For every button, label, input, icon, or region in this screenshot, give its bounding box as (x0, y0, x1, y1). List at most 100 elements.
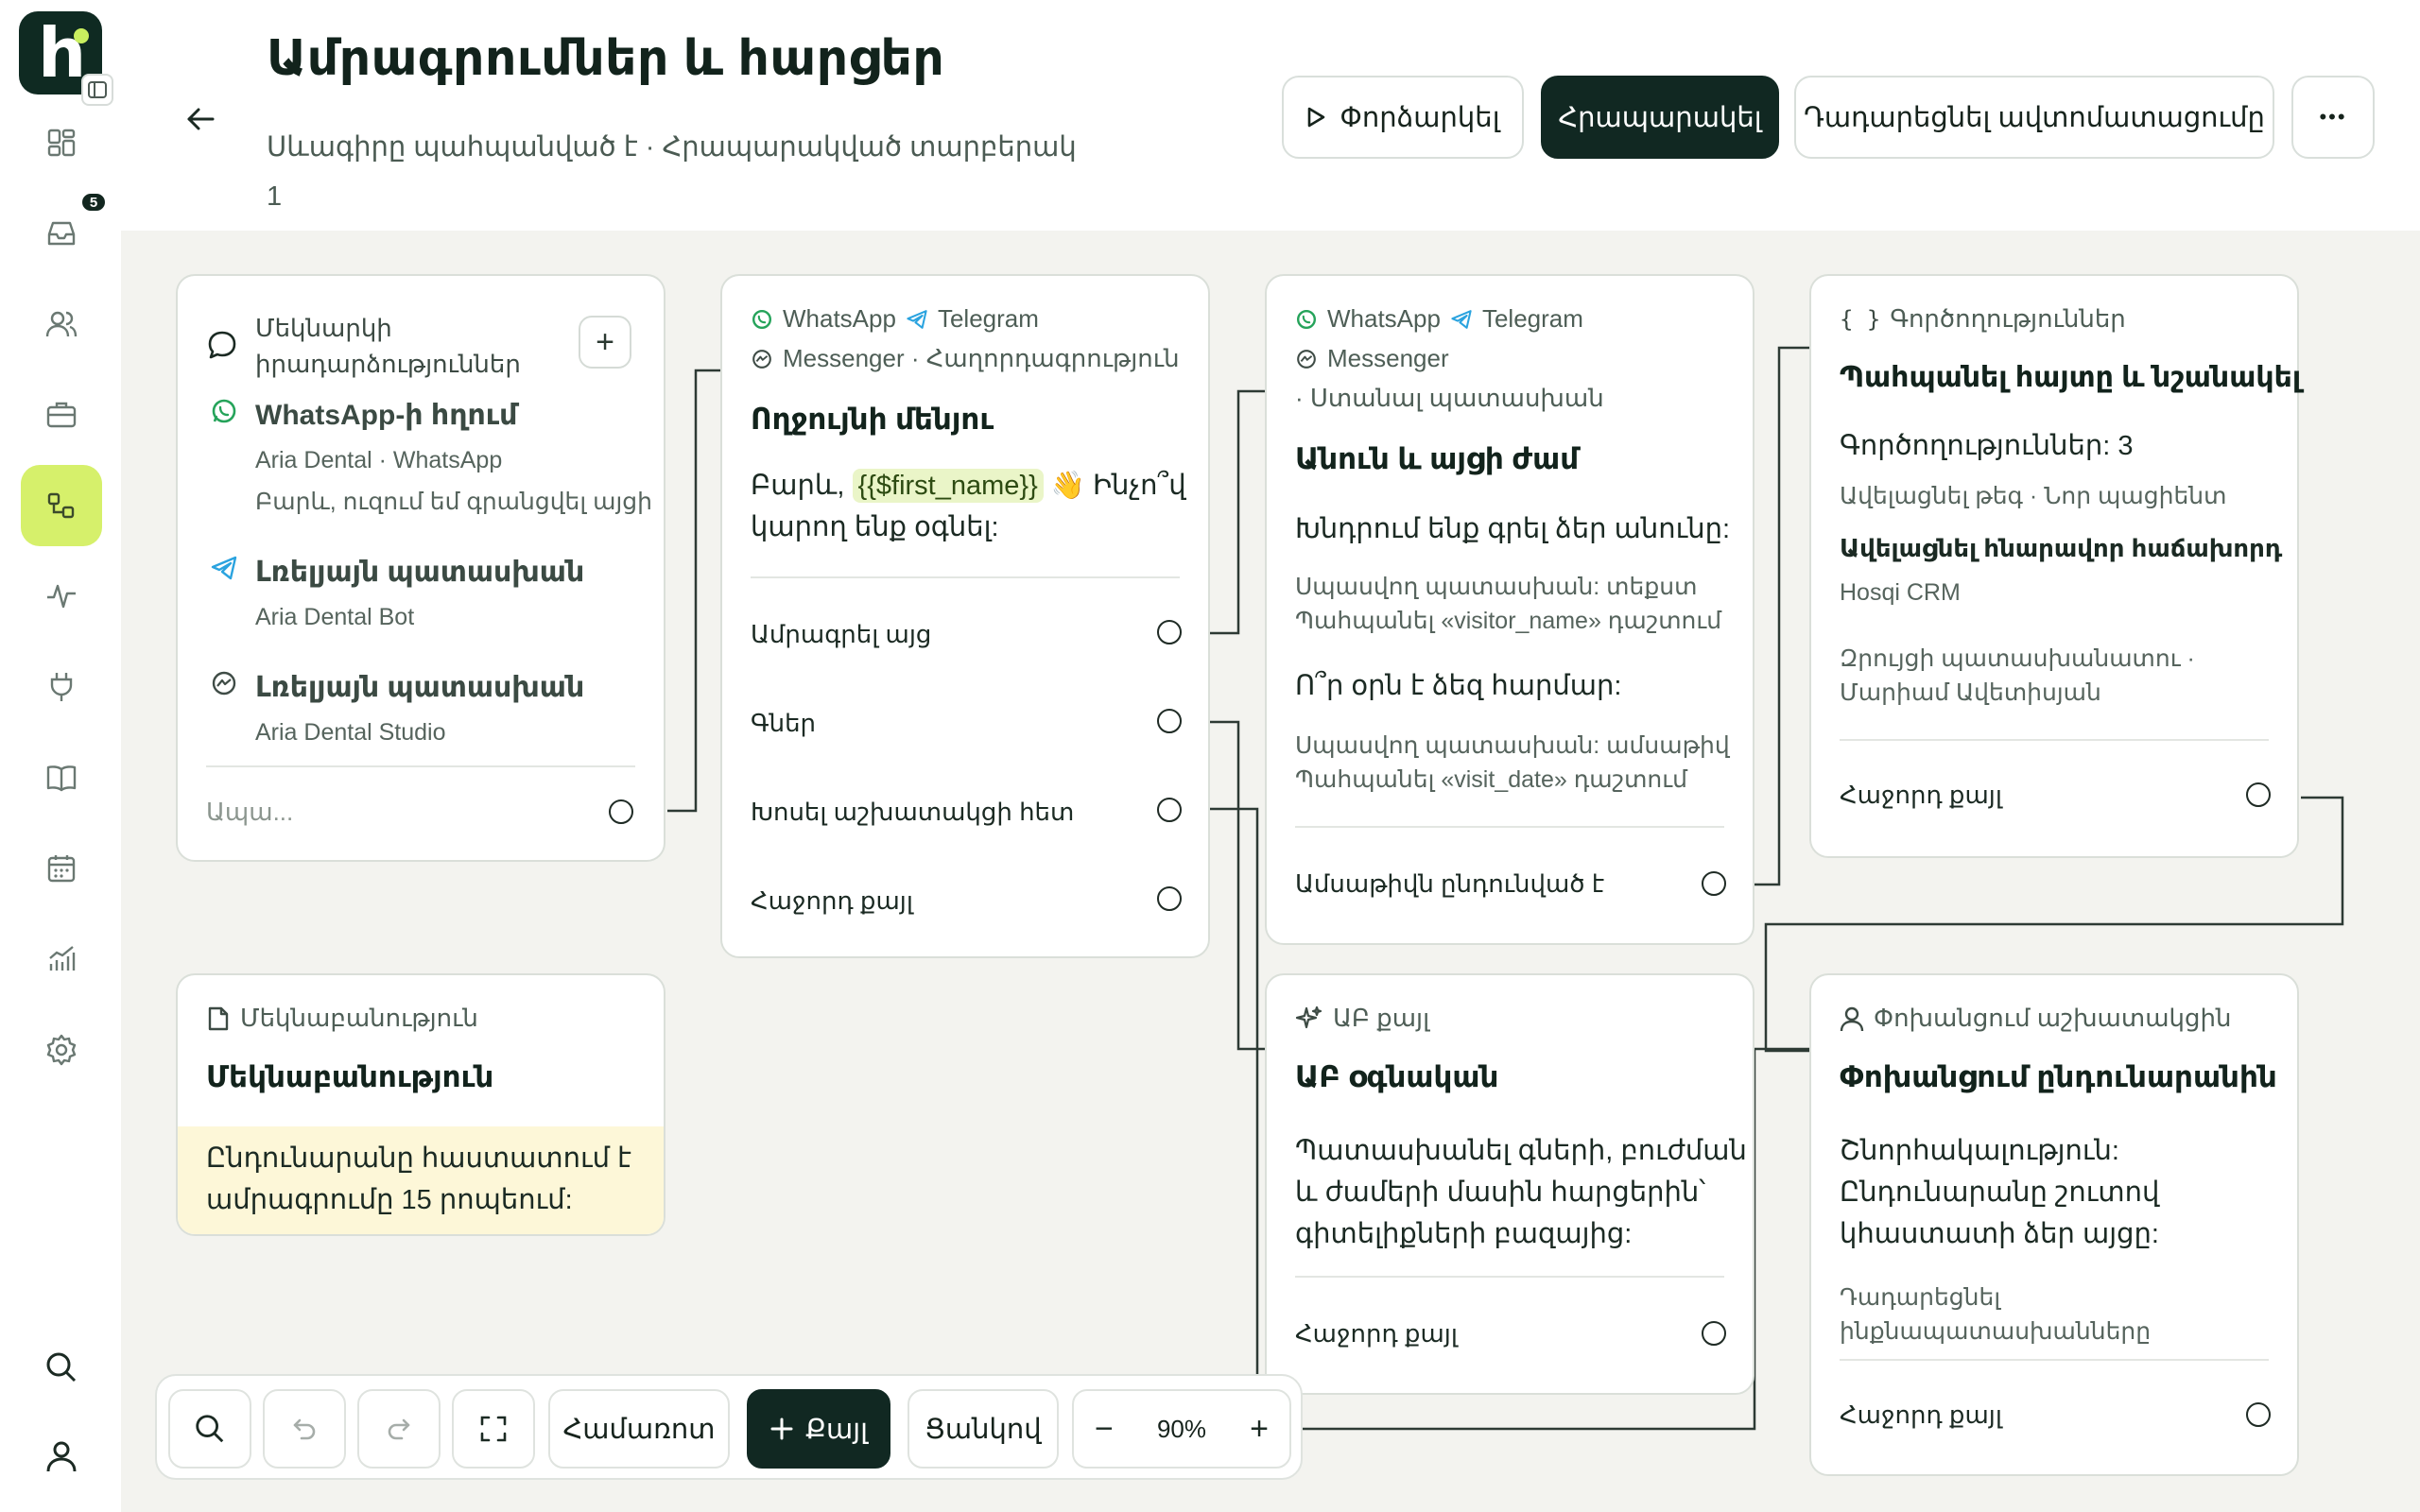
page-title: Ամրագրումներ և հարցեր (267, 31, 945, 86)
actions-node-title: Պահպանել հայտը և նշանակել (1840, 362, 2302, 393)
welcome-message-suffix: 👋 Ինչո՞վ (1043, 471, 1186, 501)
sparkles-icon (1295, 1005, 1322, 1028)
chart-icon (49, 946, 76, 971)
name-time-node[interactable]: WhatsApp Telegram Messenger · Ստանալ պատ… (1265, 274, 1754, 945)
more-options-button[interactable]: ••• (2291, 76, 2375, 159)
welcome-message-line2: կարող ենք օգնել: (751, 512, 999, 542)
first-name-variable-chip[interactable]: {{$first_name}} (852, 469, 1044, 503)
inbox-icon (47, 221, 76, 246)
sidebar-item-knowledge[interactable] (21, 737, 102, 818)
ai-footer-label: Հաջորդ քայլ (1295, 1319, 1458, 1348)
pause-automation-button[interactable]: Դադարեցնել ավտոմատացումը (1794, 76, 2274, 159)
trigger-type-label: Մեկնարկի իրադարձություններ (255, 310, 521, 382)
welcome-option-book: Ամրագրել այց (751, 620, 932, 648)
welcome-option-next-port[interactable] (1157, 886, 1182, 911)
sidebar-item-deals[interactable] (21, 374, 102, 455)
actions-node[interactable]: { } Գործողություններ Պահպանել հայտը և նշ… (1809, 274, 2302, 858)
chat-bubble-icon (208, 331, 236, 359)
redo-button[interactable] (357, 1389, 441, 1469)
handoff-output-port[interactable] (2246, 1402, 2271, 1427)
welcome-option-prices-port[interactable] (1157, 709, 1182, 733)
trigger-node[interactable]: Մեկնարկի իրադարձություններ + WhatsApp-ի … (176, 274, 666, 862)
logo-dot-icon (74, 28, 89, 43)
sidebar-item-calendar[interactable] (21, 828, 102, 909)
date-save-field: Պահպանել «visit_date» դաշտում (1295, 766, 1687, 793)
summary-view-label: Համառոտ (562, 1414, 716, 1445)
welcome-node-title: Ողջույնի մենյու (751, 403, 994, 436)
zoom-control: − 90% + (1072, 1389, 1291, 1469)
handoff-node[interactable]: Փոխանցում աշխատակցին Փոխանցում ընդունարա… (1809, 973, 2299, 1476)
sidebar-item-settings[interactable] (21, 1009, 102, 1091)
arrow-left-icon (187, 108, 215, 130)
sidebar-item-contacts[interactable] (21, 284, 102, 365)
ai-step-node[interactable]: ԱԲ քայլ ԱԲ օգնական Պատասխանել գների, բու… (1265, 973, 1754, 1395)
add-step-button[interactable]: Քայլ (747, 1389, 890, 1469)
activity-icon (47, 584, 76, 609)
date-expected-answer: Սպասվող պատասխան: ամսաթիվ (1295, 732, 1730, 759)
name-channels-row1: WhatsApp Telegram (1295, 304, 1583, 334)
ai-text-line3: գիտելիքների բազայից: (1295, 1219, 1633, 1249)
trigger-type-line1: Մեկնարկի (255, 314, 392, 342)
publish-button[interactable]: Հրապարակել (1541, 76, 1779, 159)
plug-icon (50, 673, 73, 701)
handoff-type-label: Փոխանցում աշխատակցին (1874, 1004, 2232, 1032)
trigger-output-port[interactable] (609, 799, 633, 824)
sidebar-item-analytics[interactable] (21, 919, 102, 1000)
back-button[interactable] (180, 98, 221, 140)
handoff-node-title: Փոխանցում ընդունարանին (1840, 1060, 2277, 1093)
name-save-field: Պահպանել «visitor_name» դաշտում (1295, 608, 1722, 634)
telegram-icon (211, 556, 237, 580)
messenger-icon (752, 349, 771, 369)
add-trigger-button[interactable]: + (579, 316, 631, 369)
trigger-footer-label: Ապա... (206, 798, 294, 826)
sidebar-search-button[interactable] (21, 1327, 102, 1408)
zoom-in-button[interactable]: + (1250, 1411, 1269, 1448)
sidebar-profile-button[interactable] (21, 1416, 102, 1497)
welcome-option-staff-port[interactable] (1157, 798, 1182, 822)
welcome-channels-row1: WhatsApp Telegram (751, 304, 1039, 334)
summary-view-button[interactable]: Համառոտ (548, 1389, 730, 1469)
test-button[interactable]: Փորձարկել (1282, 76, 1524, 159)
comment-type-label: Մեկնաբանություն (240, 1004, 478, 1032)
test-button-label: Փորձարկել (1340, 102, 1500, 133)
actions-type-row: { } Գործողություններ (1840, 304, 2126, 334)
welcome-menu-node[interactable]: WhatsApp Telegram Messenger · Հաղորդագրո… (720, 274, 1210, 958)
sidebar-item-automations[interactable] (21, 465, 102, 546)
actions-output-port[interactable] (2246, 782, 2271, 807)
sidebar-item-integrations[interactable] (21, 646, 102, 728)
workflow-icon (47, 492, 75, 519)
ai-type-row: ԱԲ քայլ (1295, 1004, 1429, 1033)
more-dots-icon: ••• (2319, 105, 2347, 129)
name-output-port[interactable] (1702, 871, 1726, 896)
handoff-text-line1: Շնորհակալություն: (1840, 1136, 2119, 1166)
welcome-channel-messenger: Messenger · Հաղորդագրություն (783, 344, 1180, 372)
comment-node[interactable]: Մեկնաբանություն Մեկնաբանություն Ընդունար… (176, 973, 666, 1236)
sidebar-toggle-icon (88, 81, 107, 98)
ai-text-line1: Պատասխանել գների, բուժման (1295, 1136, 1747, 1166)
whatsapp-icon (1297, 309, 1316, 329)
ai-output-port[interactable] (1702, 1321, 1726, 1346)
welcome-option-book-port[interactable] (1157, 620, 1182, 644)
fit-view-button[interactable] (452, 1389, 535, 1469)
canvas-search-button[interactable] (168, 1389, 251, 1469)
sidebar-item-dashboard[interactable] (21, 102, 102, 183)
handoff-sub-line1: Դադարեցնել (1840, 1284, 2001, 1311)
list-view-button[interactable]: Ցանկով (908, 1389, 1059, 1469)
zoom-out-button[interactable]: − (1095, 1411, 1114, 1448)
welcome-option-staff: Խոսել աշխատակցի հետ (751, 798, 1075, 826)
trigger-type-line2: իրադարձություններ (255, 350, 521, 378)
sidebar-collapse-button[interactable] (81, 74, 113, 106)
welcome-divider (751, 576, 1180, 578)
messenger-icon (212, 671, 236, 696)
name-node-title: Անուն և այցի ժամ (1295, 442, 1580, 475)
comment-text-line2: ամրագրումը 15 րոպեում: (206, 1185, 573, 1215)
logo-letter-icon: h (38, 13, 87, 93)
whatsapp-icon (212, 399, 236, 423)
welcome-channels-row2: Messenger · Հաղորդագրություն (751, 344, 1180, 373)
undo-button[interactable] (263, 1389, 346, 1469)
search-icon (196, 1415, 224, 1443)
sidebar-item-activity[interactable] (21, 556, 102, 637)
save-status: Սևագիրը պահպանված է · Հրապարակված տարբեր… (267, 132, 1077, 212)
name-channel-whatsapp: WhatsApp (1327, 304, 1441, 333)
book-icon (46, 765, 77, 792)
